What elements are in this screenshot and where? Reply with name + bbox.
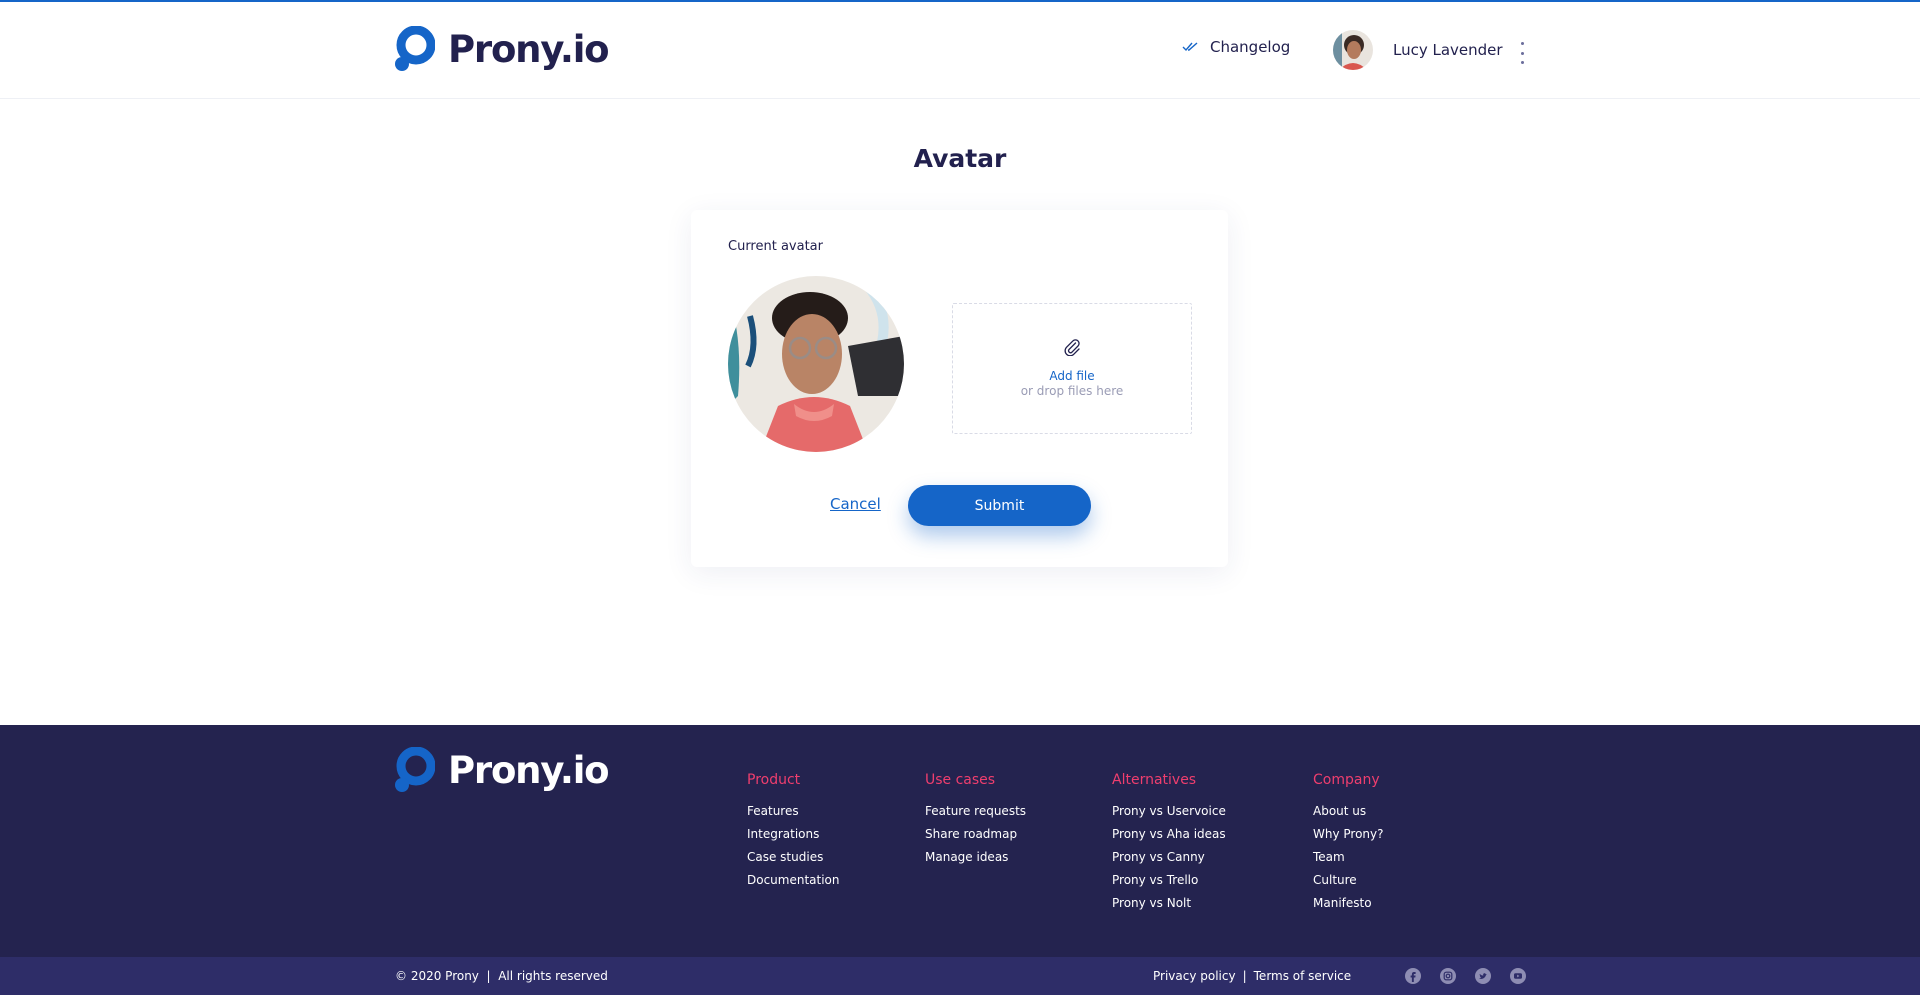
double-check-icon (1182, 42, 1198, 52)
footer-heading: Company (1313, 772, 1380, 788)
footer-link[interactable]: Prony vs Uservoice (1112, 803, 1226, 826)
footer-column-use-cases: Use cases Feature requests Share roadmap… (925, 772, 1026, 872)
footer-logo[interactable]: Prony.io (395, 747, 610, 793)
user-menu[interactable]: Lucy Lavender (1333, 30, 1503, 70)
page-title: Avatar (913, 144, 1007, 173)
user-name: Lucy Lavender (1393, 41, 1503, 59)
footer-link[interactable]: Culture (1313, 872, 1384, 895)
footer-link[interactable]: Case studies (747, 849, 840, 872)
terms-of-service-link[interactable]: Terms of service (1254, 969, 1352, 983)
changelog-link[interactable]: Changelog (1182, 38, 1290, 56)
footer-link[interactable]: Features (747, 803, 840, 826)
drop-hint: or drop files here (1020, 384, 1124, 398)
add-file-link[interactable]: Add file (953, 369, 1191, 383)
footer-column-company: Company About us Why Prony? Team Culture… (1313, 772, 1384, 918)
footer-link[interactable]: Manage ideas (925, 849, 1026, 872)
footer-link[interactable]: Manifesto (1313, 895, 1384, 918)
avatar (1333, 30, 1373, 70)
paperclip-icon (1064, 339, 1080, 356)
file-dropzone[interactable]: Add file or drop files here (952, 303, 1192, 434)
header: Prony.io Changelog Lucy Lavender (0, 2, 1920, 99)
footer-link[interactable]: Prony vs Canny (1112, 849, 1226, 872)
logo-text: Prony.io (448, 27, 610, 71)
footer-link[interactable]: About us (1313, 803, 1384, 826)
footer-link[interactable]: Feature requests (925, 803, 1026, 826)
social-links (1405, 968, 1526, 984)
footer: Prony.io Product Features Integrations C… (0, 725, 1920, 957)
footer-heading: Alternatives (1112, 772, 1197, 788)
twitter-icon[interactable] (1475, 968, 1491, 984)
prony-logo-icon (395, 747, 435, 792)
submit-button[interactable]: Submit (908, 485, 1091, 526)
footer-link[interactable]: Prony vs Trello (1112, 872, 1226, 895)
prony-logo-icon (395, 26, 435, 71)
footer-link[interactable]: Integrations (747, 826, 840, 849)
footer-column-alternatives: Alternatives Prony vs Uservoice Prony vs… (1112, 772, 1226, 918)
footer-bottom-bar: © 2020 Prony | All rights reserved Priva… (0, 957, 1920, 995)
logo-text: Prony.io (448, 748, 610, 792)
legal-links: Privacy policy | Terms of service (1153, 969, 1351, 983)
footer-link[interactable]: Why Prony? (1313, 826, 1384, 849)
kebab-menu-icon[interactable] (1515, 42, 1529, 64)
footer-column-product: Product Features Integrations Case studi… (747, 772, 840, 895)
changelog-label: Changelog (1210, 38, 1291, 56)
header-logo[interactable]: Prony.io (395, 26, 610, 72)
current-avatar-label: Current avatar (728, 239, 823, 254)
footer-link[interactable]: Documentation (747, 872, 840, 895)
footer-heading: Use cases (925, 772, 996, 788)
youtube-icon[interactable] (1510, 968, 1526, 984)
footer-link[interactable]: Team (1313, 849, 1384, 872)
legal-separator: | (1242, 969, 1247, 983)
avatar-form-card: Current avatar Add file or drop files he… (691, 210, 1228, 567)
cancel-link[interactable]: Cancel (830, 495, 881, 513)
footer-link[interactable]: Share roadmap (925, 826, 1026, 849)
instagram-icon[interactable] (1440, 968, 1456, 984)
facebook-icon[interactable] (1405, 968, 1421, 984)
copyright: © 2020 Prony | All rights reserved (395, 969, 608, 983)
current-avatar-image (728, 276, 904, 452)
footer-link[interactable]: Prony vs Nolt (1112, 895, 1226, 918)
footer-link[interactable]: Prony vs Aha ideas (1112, 826, 1226, 849)
privacy-policy-link[interactable]: Privacy policy (1153, 969, 1236, 983)
footer-heading: Product (747, 772, 801, 788)
